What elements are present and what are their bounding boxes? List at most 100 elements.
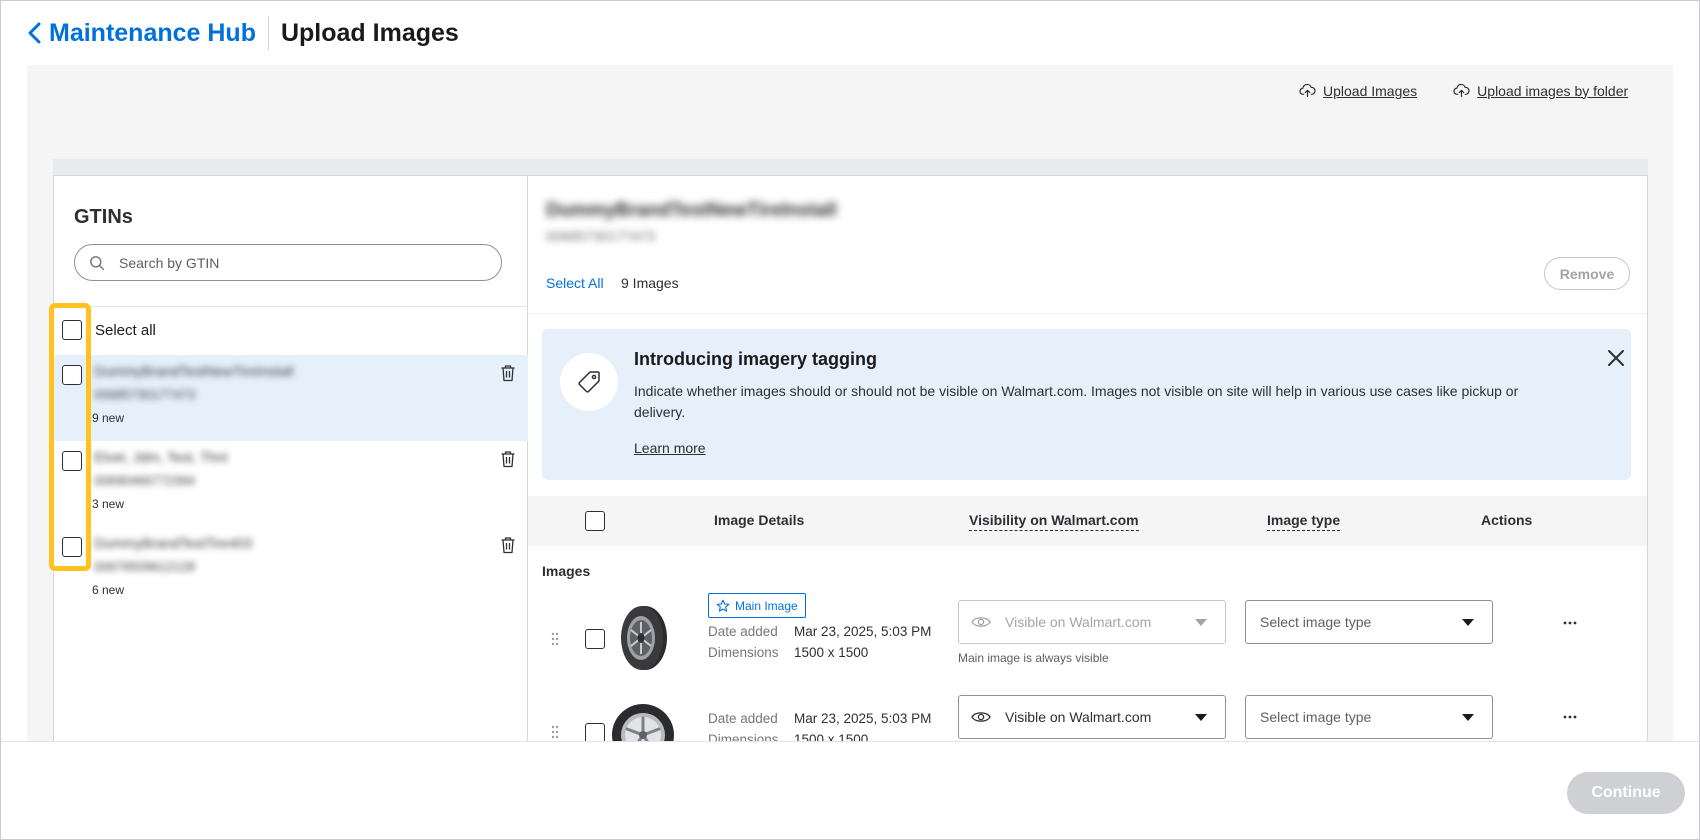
tag-icon <box>578 371 600 393</box>
column-header-actions: Actions <box>1481 512 1533 528</box>
date-added-value: Mar 23, 2025, 5:03 PM <box>794 711 932 726</box>
tire-front-thumbnail[interactable] <box>611 701 675 741</box>
imagery-tagging-banner: Introducing imagery tagging Indicate whe… <box>542 329 1631 480</box>
upload-actions: Upload Images Upload images by folder <box>1299 82 1628 99</box>
gtin-item-checkbox[interactable] <box>62 537 82 557</box>
image-type-select[interactable]: Select image type <box>1245 695 1493 739</box>
main-image-badge: Main Image <box>708 593 806 618</box>
more-actions-icon[interactable] <box>1560 615 1580 631</box>
gtin-item-count: 6 new <box>92 583 125 597</box>
caret-down-icon <box>1195 714 1207 721</box>
gtin-search-box[interactable] <box>74 244 502 281</box>
select-all-images-checkbox[interactable] <box>585 511 605 531</box>
trash-icon[interactable] <box>500 450 516 468</box>
product-code: 00685730177473 <box>546 228 656 244</box>
gtin-search-input[interactable] <box>119 254 479 271</box>
cloud-upload-icon <box>1299 83 1316 98</box>
card-top-band <box>53 159 1648 175</box>
caret-down-icon <box>1462 619 1474 626</box>
upload-by-folder-label: Upload images by folder <box>1477 82 1629 99</box>
gtin-list-item[interactable]: DummyBrandTestNewTireInstall 00685730177… <box>54 355 528 441</box>
gtin-item-code: 00690466772394 <box>94 473 196 488</box>
banner-body: Indicate whether images should or should… <box>634 383 1519 420</box>
images-section-label: Images <box>542 563 591 579</box>
image-row: Date added Mar 23, 2025, 5:03 PM Dimensi… <box>528 687 1647 741</box>
dimensions-label: Dimensions <box>708 732 779 741</box>
gtin-item-name: DummyBrandTestNewTireInstall <box>94 363 294 379</box>
eye-icon <box>971 712 991 722</box>
star-icon <box>716 599 730 612</box>
gtin-item-name: Elvet, Jdm, Test, Thnl <box>94 449 228 465</box>
visibility-note: Main image is always visible <box>958 651 1109 665</box>
image-type-value: Select image type <box>1260 614 1372 630</box>
visibility-value: Visible on Walmart.com <box>1005 709 1152 725</box>
gtin-list-item[interactable]: DummyBrandTestTire403 00679509612128 6 n… <box>54 527 528 613</box>
select-all-label: Select all <box>95 321 156 339</box>
select-all-row: Select all <box>62 320 156 340</box>
visibility-value: Visible on Walmart.com <box>1005 614 1152 630</box>
gtin-item-checkbox[interactable] <box>62 365 82 385</box>
chevron-left-icon <box>28 22 41 44</box>
cloud-upload-icon <box>1453 83 1470 98</box>
dimensions-value: 1500 x 1500 <box>794 732 869 741</box>
image-type-select[interactable]: Select image type <box>1245 600 1493 644</box>
header-divider <box>267 16 269 50</box>
caret-down-icon <box>1195 619 1207 626</box>
date-added-label: Date added <box>708 624 778 639</box>
gtin-item-code: 00679509612128 <box>94 559 196 574</box>
learn-more-link[interactable]: Learn more <box>634 440 706 456</box>
dimensions-label: Dimensions <box>708 645 779 660</box>
gtin-item-checkbox[interactable] <box>62 451 82 471</box>
close-icon[interactable] <box>1606 348 1626 368</box>
drag-handle-icon[interactable] <box>550 724 560 740</box>
banner-title: Introducing imagery tagging <box>634 349 878 369</box>
image-row: Main Image Date added Mar 23, 2025, 5:03… <box>528 593 1647 687</box>
trash-icon[interactable] <box>500 364 516 382</box>
page-title: Upload Images <box>280 18 459 47</box>
banner-icon-circle <box>560 353 618 411</box>
eye-icon <box>971 617 991 627</box>
gtin-panel: GTINs Select all DummyBrandTestNewTireIn… <box>54 176 528 741</box>
images-count: 9 Images <box>621 275 679 291</box>
gtin-panel-title: GTINs <box>74 206 133 228</box>
trash-icon[interactable] <box>500 536 516 554</box>
caret-down-icon <box>1462 714 1474 721</box>
main-image-badge-label: Main Image <box>735 598 798 613</box>
date-added-value: Mar 23, 2025, 5:03 PM <box>794 624 932 639</box>
upload-images-link[interactable]: Upload Images <box>1299 82 1417 99</box>
gtin-item-name: DummyBrandTestTire403 <box>94 535 253 551</box>
footer-bar: Continue <box>1 741 1699 839</box>
drag-handle-icon[interactable] <box>550 631 560 647</box>
column-header-image-type[interactable]: Image type <box>1267 512 1341 531</box>
column-header-visibility[interactable]: Visibility on Walmart.com <box>969 512 1139 531</box>
top-header: Maintenance Hub Upload Images <box>1 1 1699 65</box>
upload-by-folder-link[interactable]: Upload images by folder <box>1453 82 1628 99</box>
search-icon <box>90 255 105 270</box>
divider <box>528 313 1647 314</box>
gtin-item-count: 9 new <box>92 411 125 425</box>
divider <box>54 306 528 307</box>
visibility-select: Visible on Walmart.com <box>958 600 1226 644</box>
dimensions-value: 1500 x 1500 <box>794 645 869 660</box>
continue-button[interactable]: Continue <box>1567 772 1685 814</box>
image-row-checkbox[interactable] <box>585 629 605 649</box>
gtin-list-item[interactable]: Elvet, Jdm, Test, Thnl 00690466772394 3 … <box>54 441 528 527</box>
images-panel: DummyBrandTestNewTireInstall 00685730177… <box>528 176 1647 741</box>
main-card: GTINs Select all DummyBrandTestNewTireIn… <box>53 175 1648 741</box>
date-added-label: Date added <box>708 711 778 726</box>
back-to-maintenance-hub-link[interactable]: Maintenance Hub <box>27 19 268 48</box>
upload-images-label: Upload Images <box>1323 82 1418 99</box>
select-all-checkbox[interactable] <box>62 320 82 340</box>
back-link-label: Maintenance Hub <box>49 18 256 47</box>
product-name: DummyBrandTestNewTireInstall <box>546 200 837 221</box>
gtin-item-code: 00685730177473 <box>94 387 196 402</box>
image-row-checkbox[interactable] <box>585 723 605 741</box>
more-actions-icon[interactable] <box>1560 709 1580 725</box>
gtin-item-count: 3 new <box>92 497 125 511</box>
image-type-value: Select image type <box>1260 709 1372 725</box>
select-all-images-link[interactable]: Select All <box>546 275 604 291</box>
visibility-select[interactable]: Visible on Walmart.com <box>958 695 1226 739</box>
column-header-image-details: Image Details <box>714 512 805 528</box>
remove-button[interactable]: Remove <box>1544 257 1630 290</box>
tire-side-thumbnail[interactable] <box>611 603 675 673</box>
